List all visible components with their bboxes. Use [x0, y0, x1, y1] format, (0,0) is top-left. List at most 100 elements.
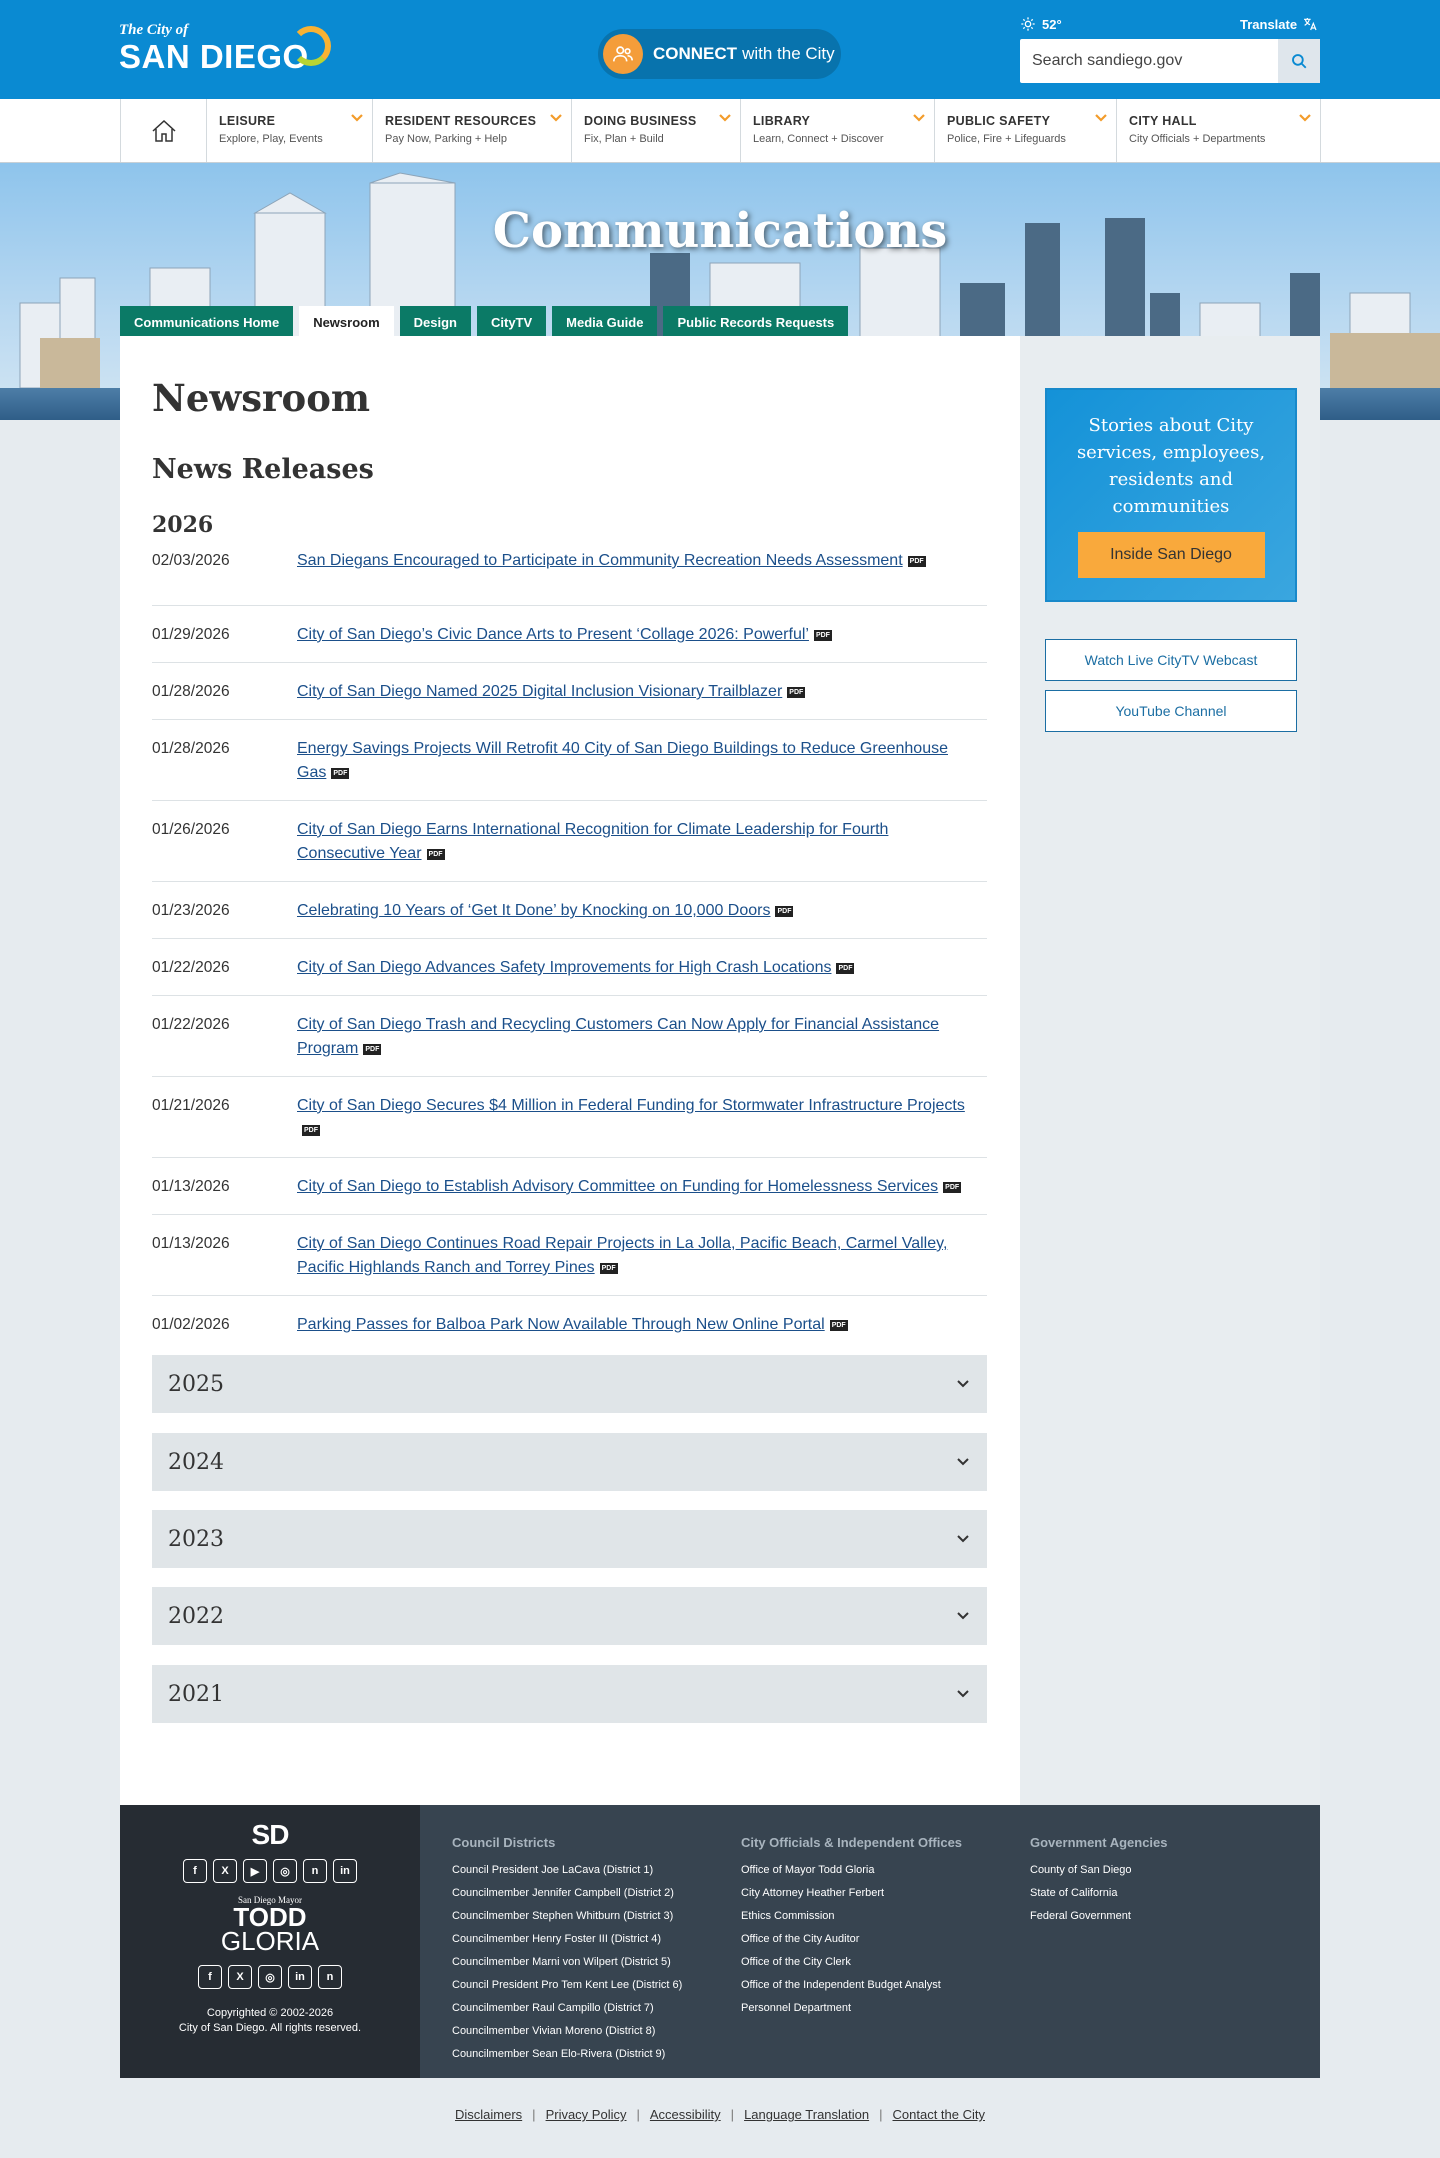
tab-communications-home[interactable]: Communications Home: [120, 306, 294, 336]
chevron-down-icon: [957, 1690, 969, 1698]
nav-item-leisure[interactable]: LEISURE Explore, Play, Events: [207, 99, 373, 162]
translate-button[interactable]: Translate: [1240, 16, 1318, 32]
tab-public-records-requests[interactable]: Public Records Requests: [663, 306, 849, 336]
release-link[interactable]: City of San Diego Continues Road Repair …: [297, 1232, 987, 1295]
release-link[interactable]: City of San Diego Named 2025 Digital Inc…: [297, 680, 987, 719]
accessibility-link[interactable]: Accessibility: [650, 2107, 721, 2122]
facebook-icon[interactable]: f: [183, 1859, 207, 1883]
youtube-channel-button[interactable]: YouTube Channel: [1045, 690, 1297, 732]
footer-link[interactable]: Council President Pro Tem Kent Lee (Dist…: [452, 1974, 682, 1997]
release-title: Celebrating 10 Years of ‘Get It Done’ by…: [297, 902, 771, 919]
year-heading: 2026: [152, 512, 214, 538]
privacy-policy-link[interactable]: Privacy Policy: [546, 2107, 627, 2122]
pdf-icon: PDF: [331, 768, 350, 779]
release-link[interactable]: Energy Savings Projects Will Retrofit 40…: [297, 737, 987, 800]
inside-san-diego-button[interactable]: Inside San Diego: [1077, 532, 1265, 578]
linkedin-icon[interactable]: in: [288, 1965, 312, 1989]
release-link[interactable]: City of San Diego Trash and Recycling Cu…: [297, 1013, 987, 1076]
people-icon: [603, 34, 643, 74]
accordion-year-2024[interactable]: 2024: [152, 1433, 987, 1491]
release-link[interactable]: San Diegans Encouraged to Participate in…: [297, 549, 987, 605]
tab-design[interactable]: Design: [399, 306, 471, 336]
release-date: 01/13/2026: [152, 1235, 230, 1252]
nextdoor-icon[interactable]: n: [303, 1859, 327, 1883]
nav-item-doing-business[interactable]: DOING BUSINESS Fix, Plan + Build: [572, 99, 741, 162]
footer-link[interactable]: Councilmember Sean Elo-Rivera (District …: [452, 2043, 682, 2066]
footer-link[interactable]: Personnel Department: [741, 1997, 962, 2020]
footer-link[interactable]: Office of the City Clerk: [741, 1951, 962, 1974]
tab-citytv[interactable]: CityTV: [477, 306, 547, 336]
weather-widget[interactable]: 52°: [1020, 16, 1062, 32]
instagram-icon[interactable]: ◎: [273, 1859, 297, 1883]
footer-link[interactable]: Federal Government: [1030, 1905, 1168, 1928]
accordion-year-2023[interactable]: 2023: [152, 1510, 987, 1568]
language-translation-link[interactable]: Language Translation: [744, 2107, 869, 2122]
nav-item-public-safety[interactable]: PUBLIC SAFETY Police, Fire + Lifeguards: [935, 99, 1117, 162]
city-logo[interactable]: The City of SAN DIEGO: [119, 22, 331, 75]
nextdoor-icon[interactable]: n: [318, 1965, 342, 1989]
search-icon: [1292, 54, 1307, 69]
footer-link[interactable]: City Attorney Heather Ferbert: [741, 1882, 962, 1905]
chevron-down-icon: [957, 1535, 969, 1543]
youtube-icon[interactable]: ▶: [243, 1859, 267, 1883]
news-release-row: 01/22/2026 City of San Diego Advances Sa…: [152, 939, 987, 996]
footer-link[interactable]: Ethics Commission: [741, 1905, 962, 1928]
release-link[interactable]: Celebrating 10 Years of ‘Get It Done’ by…: [297, 899, 987, 938]
logo-line2: SAN DIEGO: [119, 38, 309, 75]
footer-link[interactable]: Councilmember Jennifer Campbell (Distric…: [452, 1882, 682, 1905]
release-link[interactable]: City of San Diego to Establish Advisory …: [297, 1175, 987, 1214]
accordion-year-label: 2021: [168, 1681, 224, 1707]
chevron-down-icon: [1299, 114, 1311, 122]
nav-item-subtitle: Fix, Plan + Build: [584, 133, 664, 145]
footer-link[interactable]: Council President Joe LaCava (District 1…: [452, 1859, 682, 1882]
pdf-icon: PDF: [426, 849, 445, 860]
nav-item-title: LIBRARY: [753, 114, 811, 128]
footer-link[interactable]: Office of the City Auditor: [741, 1928, 962, 1951]
footer-link[interactable]: Councilmember Vivian Moreno (District 8): [452, 2020, 682, 2043]
release-date: 01/13/2026: [152, 1178, 230, 1195]
accordion-year-label: 2025: [168, 1371, 224, 1397]
footer-link[interactable]: Office of the Independent Budget Analyst: [741, 1974, 962, 1997]
release-link[interactable]: Parking Passes for Balboa Park Now Avail…: [297, 1313, 987, 1341]
accordion-year-label: 2024: [168, 1449, 224, 1475]
release-link[interactable]: City of San Diego’s Civic Dance Arts to …: [297, 623, 987, 662]
connect-button[interactable]: CONNECT with the City: [598, 29, 841, 79]
main-nav: LEISURE Explore, Play, Events RESIDENT R…: [0, 99, 1440, 163]
nav-item-resident-resources[interactable]: RESIDENT RESOURCES Pay Now, Parking + He…: [373, 99, 572, 162]
footer-link[interactable]: County of San Diego: [1030, 1859, 1168, 1882]
footer-link[interactable]: Councilmember Marni von Wilpert (Distric…: [452, 1951, 682, 1974]
contact-the-city-link[interactable]: Contact the City: [893, 2107, 986, 2122]
pdf-icon: PDF: [829, 1320, 848, 1331]
release-date: 01/28/2026: [152, 683, 230, 700]
tab-newsroom[interactable]: Newsroom: [299, 306, 394, 336]
translate-label: Translate: [1240, 16, 1298, 32]
disclaimers-link[interactable]: Disclaimers: [455, 2107, 522, 2122]
sd-logo[interactable]: SD: [120, 1819, 420, 1851]
footer-link[interactable]: Office of Mayor Todd Gloria: [741, 1859, 962, 1882]
search-button[interactable]: [1278, 39, 1320, 83]
watch-citytv-button[interactable]: Watch Live CityTV Webcast: [1045, 639, 1297, 681]
tab-media-guide[interactable]: Media Guide: [552, 306, 658, 336]
x-icon[interactable]: X: [213, 1859, 237, 1883]
instagram-icon[interactable]: ◎: [258, 1965, 282, 1989]
home-icon: [151, 119, 176, 142]
accordion-year-2022[interactable]: 2022: [152, 1587, 987, 1645]
promo-text: Stories about City services, employees, …: [1076, 415, 1266, 517]
release-date: 01/28/2026: [152, 740, 230, 757]
release-link[interactable]: City of San Diego Earns International Re…: [297, 818, 987, 881]
release-link[interactable]: City of San Diego Secures $4 Million in …: [297, 1094, 987, 1157]
nav-item-city-hall[interactable]: CITY HALL City Officials + Departments: [1117, 99, 1321, 162]
facebook-icon[interactable]: f: [198, 1965, 222, 1989]
nav-home[interactable]: [121, 99, 207, 162]
footer-link[interactable]: State of California: [1030, 1882, 1168, 1905]
footer-link[interactable]: Councilmember Stephen Whitburn (District…: [452, 1905, 682, 1928]
nav-item-library[interactable]: LIBRARY Learn, Connect + Discover: [741, 99, 935, 162]
linkedin-icon[interactable]: in: [333, 1859, 357, 1883]
footer-link[interactable]: Councilmember Raul Campillo (District 7): [452, 1997, 682, 2020]
x-icon[interactable]: X: [228, 1965, 252, 1989]
release-link[interactable]: City of San Diego Advances Safety Improv…: [297, 956, 987, 995]
search-input[interactable]: [1020, 39, 1278, 83]
accordion-year-2025[interactable]: 2025: [152, 1355, 987, 1413]
footer-link[interactable]: Councilmember Henry Foster III (District…: [452, 1928, 682, 1951]
accordion-year-2021[interactable]: 2021: [152, 1665, 987, 1723]
